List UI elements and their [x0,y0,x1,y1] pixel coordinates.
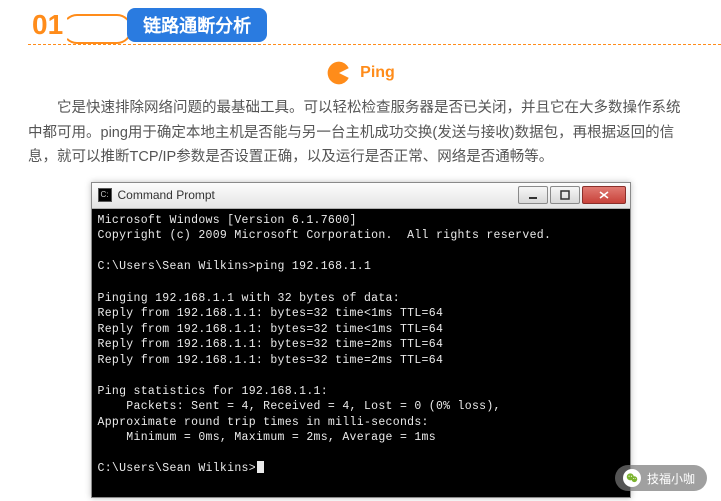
ping-heading: Ping [0,60,721,86]
ping-label: Ping [360,64,395,82]
minimize-icon [528,190,538,200]
command-prompt-window: C: Command Prompt Microsoft Windows [Ver… [91,182,631,498]
pacman-icon [326,60,352,86]
window-titlebar: C: Command Prompt [92,183,630,209]
body-paragraph: 它是快速排除网络问题的最基础工具。可以轻松检查服务器是否已关闭，并且它在大多数操… [0,86,721,178]
text-cursor [257,461,264,473]
section-title: 链路通断分析 [127,8,267,42]
close-icon [598,190,610,200]
close-button[interactable] [582,186,626,204]
section-header: 01 链路通断分析 [0,0,721,42]
wechat-icon [623,469,641,487]
section-number: 01 [28,9,67,41]
console-output: Microsoft Windows [Version 6.1.7600] Cop… [92,209,630,497]
window-control-buttons [518,186,626,204]
cmd-system-icon: C: [98,188,112,202]
window-title: Command Prompt [118,188,518,202]
header-dashed-line [28,44,721,45]
maximize-icon [560,190,570,200]
minimize-button[interactable] [518,186,548,204]
header-circle-accent [62,14,132,44]
wechat-label: 技福小咖 [647,470,695,487]
maximize-button[interactable] [550,186,580,204]
wechat-watermark: 技福小咖 [615,465,707,491]
